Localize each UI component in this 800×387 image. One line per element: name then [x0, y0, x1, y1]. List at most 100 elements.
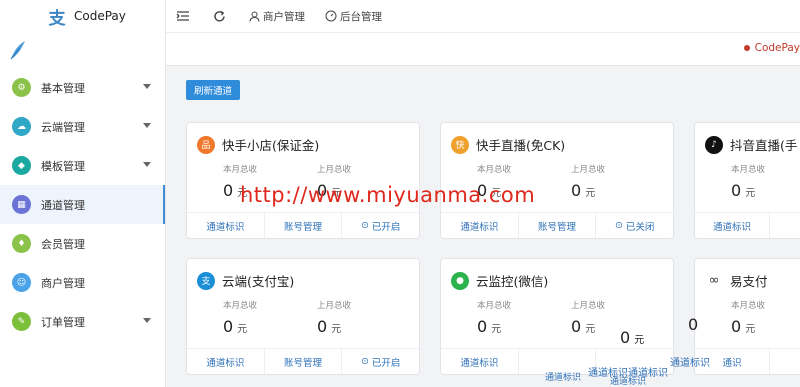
stat-last-month: 上月总收 0元 [571, 163, 605, 200]
account-manage-link[interactable]: 账号管理 [265, 213, 343, 238]
sidebar-item-member[interactable]: ♦ 会员管理 [0, 224, 165, 263]
card-title: 快 快手直播(免CK) [451, 135, 565, 154]
watermark-text: http://www.miyuanma.com [240, 183, 536, 207]
stat-this-month: 本月总收 0元 [731, 163, 765, 200]
stat-label: 本月总收 [223, 301, 258, 311]
card-footer: 通道标识 账号管理 ⊙ 已开启 [187, 348, 419, 374]
sidebar-item-order[interactable]: ✎ 订单管理 [0, 302, 165, 341]
channel-card: 支 云端(支付宝) 本月总收 0元 上月总收 0元 通道标识 账号管理 ⊙ 已开启 [186, 258, 420, 375]
user-icon [249, 11, 260, 22]
channel-id-link[interactable]: 通道标识 [441, 213, 519, 238]
sidebar-item-label: 模板管理 [41, 159, 85, 173]
top-header: 商户管理 后台管理 [166, 0, 800, 32]
chevron-down-icon [143, 84, 151, 89]
chevron-down-icon [143, 318, 151, 323]
stat-label: 上月总收 [571, 165, 606, 175]
sidebar-item-basic[interactable]: ⚙ 基本管理 [0, 68, 165, 107]
chevron-down-icon [143, 123, 151, 128]
yipay-icon: ∞ [705, 271, 723, 290]
menu-toggle-icon[interactable] [176, 10, 193, 22]
channel-id-link[interactable]: 通道标识 [187, 213, 265, 238]
stat-value: 0元 [731, 181, 756, 200]
status-toggle[interactable]: ⊙ 已开启 [342, 349, 419, 374]
stray-link: 通道标识 [545, 373, 582, 383]
card-title: 品 快手小店(保证金) [197, 135, 319, 154]
status-toggle[interactable]: ⊙ 已关闭 [596, 213, 673, 238]
stat-value: 0元 [223, 317, 248, 336]
account-manage-link[interactable] [770, 213, 800, 238]
stat-this-month: 本月总收 0元 [731, 299, 765, 336]
stat-value: 0元 [571, 181, 596, 200]
stat-label: 上月总收 [317, 165, 352, 175]
sidebar-item-label: 通道管理 [41, 198, 85, 212]
sidebar-item-template[interactable]: ◆ 模板管理 [0, 146, 165, 185]
stray-value: 0 [688, 315, 699, 334]
channel-card: 快 快手直播(免CK) 本月总收 0元 上月总收 0元 通道标识 账号管理 ⊙ 已… [440, 122, 674, 239]
card-title: ∞ 易支付 [705, 271, 768, 290]
channel-id-link[interactable]: 通道标识 [695, 213, 770, 238]
card-title: ♪ 抖音直播(手 [705, 135, 797, 154]
sidebar-menu: ⚙ 基本管理 ☁ 云端管理 ◆ 模板管理 ▦ 通道管理 ♦ 会员管理 ☺ 商户管… [0, 68, 165, 341]
nav-admin[interactable]: 后台管理 [325, 9, 382, 24]
stray-value: 0元 [620, 328, 645, 347]
app-logo[interactable]: 支 CodePay [0, 0, 165, 32]
card-title-text: 云端(支付宝) [222, 274, 295, 289]
card-title-text: 易支付 [730, 274, 768, 289]
user-icon [742, 43, 751, 53]
user-name: CodePay [754, 42, 800, 54]
play-icon: ⊙ [360, 356, 369, 367]
kuaishou-live-icon: 快 [451, 135, 469, 154]
alipay-icon: 支 [197, 271, 215, 290]
card-footer: 通道标识 账号管理 ⊙ 已关闭 [441, 212, 673, 238]
chevron-down-icon [143, 162, 151, 167]
sidebar-item-label: 基本管理 [41, 81, 85, 95]
sidebar-item-label: 商户管理 [41, 276, 85, 290]
sidebar-item-channel[interactable]: ▦ 通道管理 [0, 185, 165, 224]
account-manage-link[interactable] [770, 349, 800, 374]
stat-value: 0元 [317, 317, 342, 336]
card-title-text: 云监控(微信) [476, 274, 549, 289]
play-icon: ⊙ [360, 220, 369, 231]
stat-label: 上月总收 [317, 301, 352, 311]
stat-last-month: 上月总收 0元 [571, 299, 605, 336]
kuaishou-icon: 品 [197, 135, 215, 154]
order-icon: ✎ [12, 312, 31, 331]
card-footer: 通道标识 账号管理 ⊙ 已开启 [187, 212, 419, 238]
wechat-icon: ● [451, 271, 469, 290]
stat-label: 本月总收 [477, 165, 512, 175]
nav-merchant[interactable]: 商户管理 [249, 9, 305, 24]
sidebar-item-label: 会员管理 [41, 237, 85, 251]
sidebar-item-cloud[interactable]: ☁ 云端管理 [0, 107, 165, 146]
tab-bar: CodePay [166, 32, 800, 66]
status-toggle[interactable]: ⊙ 已开启 [342, 213, 419, 238]
card-title-text: 抖音直播(手 [730, 138, 798, 153]
codepay-logo-icon: 支 [48, 8, 66, 29]
member-icon: ♦ [12, 234, 31, 253]
channel-card: ♪ 抖音直播(手 本月总收 0元 通道标识 [694, 122, 800, 239]
stat-this-month: 本月总收 0元 [477, 299, 511, 336]
channel-id-link[interactable]: 通道标识 [441, 349, 519, 374]
stat-label: 本月总收 [477, 301, 512, 311]
sidebar-item-merchant[interactable]: ☺ 商户管理 [0, 263, 165, 302]
refresh-channels-button[interactable]: 刷新通道 [186, 80, 241, 100]
sidebar-item-label: 云端管理 [41, 120, 85, 134]
stop-icon: ⊙ [614, 220, 623, 231]
stat-value: 0元 [731, 317, 756, 336]
card-footer: 通识 [695, 348, 800, 374]
stat-label: 本月总收 [731, 301, 766, 311]
app-name: CodePay [74, 9, 126, 23]
account-manage-link[interactable]: 账号管理 [519, 213, 597, 238]
card-footer: 通道标识 [695, 212, 800, 238]
refresh-icon[interactable] [213, 10, 229, 23]
user-menu[interactable]: CodePay [742, 42, 800, 54]
channel-card: ● 云监控(微信) 本月总收 0元 上月总收 0元 通道标识 [440, 258, 674, 375]
account-manage-link[interactable]: 账号管理 [265, 349, 343, 374]
nav-merchant-label: 商户管理 [263, 10, 305, 23]
channel-id-link[interactable]: 通道标识 [187, 349, 265, 374]
basic-icon: ⚙ [12, 78, 31, 97]
nav-admin-label: 后台管理 [340, 10, 382, 23]
merchant-icon: ☺ [12, 273, 31, 292]
stray-link: 通道标识 [610, 377, 647, 387]
sidebar: 支 CodePay ⚙ 基本管理 ☁ 云端管理 ◆ 模板管理 ▦ 通道管理 ♦ … [0, 0, 166, 387]
stat-label: 上月总收 [571, 301, 606, 311]
